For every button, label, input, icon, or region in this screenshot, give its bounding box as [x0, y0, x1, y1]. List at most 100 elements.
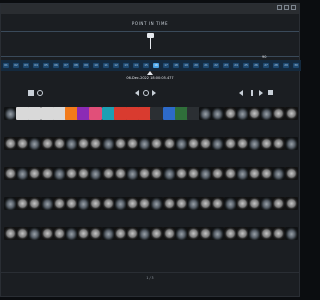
- timeline-tick[interactable]: 03: [23, 63, 29, 68]
- file-thumbnail[interactable]: [113, 107, 127, 120]
- scan-thumbnail[interactable]: [211, 137, 225, 150]
- file-thumbnail[interactable]: [28, 107, 42, 120]
- file-thumbnail[interactable]: [174, 107, 188, 120]
- timeline-tick[interactable]: 20: [193, 63, 199, 68]
- file-thumbnail[interactable]: [199, 107, 213, 120]
- scan-thumbnail[interactable]: [40, 137, 54, 150]
- scan-thumbnail[interactable]: [77, 137, 91, 150]
- timeline-tick[interactable]: 12: [113, 63, 119, 68]
- file-thumbnail[interactable]: [235, 107, 249, 120]
- scan-thumbnail[interactable]: [223, 137, 237, 150]
- timeline-tick[interactable]: 07: [63, 63, 69, 68]
- scan-thumbnail[interactable]: [52, 227, 66, 240]
- timeline-tick[interactable]: 23: [223, 63, 229, 68]
- scan-thumbnail[interactable]: [211, 227, 225, 240]
- timeline-tick[interactable]: 16: [153, 63, 159, 68]
- scan-thumbnail[interactable]: [16, 227, 30, 240]
- scan-thumbnail[interactable]: [40, 197, 54, 210]
- scan-thumbnail[interactable]: [113, 167, 127, 180]
- scan-thumbnail[interactable]: [272, 167, 286, 180]
- file-thumbnail[interactable]: [65, 107, 78, 120]
- scan-thumbnail[interactable]: [16, 167, 30, 180]
- scan-thumbnail[interactable]: [65, 197, 78, 210]
- scan-thumbnail[interactable]: [101, 137, 115, 150]
- timeline-tick[interactable]: 18: [173, 63, 179, 68]
- forward-icon[interactable]: [259, 90, 263, 96]
- scan-thumbnail[interactable]: [150, 137, 164, 150]
- timeline-tick[interactable]: 17: [163, 63, 169, 68]
- scan-thumbnail[interactable]: [223, 227, 237, 240]
- scan-thumbnail[interactable]: [223, 197, 237, 210]
- scan-thumbnail[interactable]: [40, 227, 54, 240]
- timeline-tick[interactable]: 30: [293, 63, 299, 68]
- scan-thumbnail[interactable]: [284, 137, 298, 150]
- scan-thumbnail[interactable]: [199, 197, 213, 210]
- timeline-tick[interactable]: 10: [93, 63, 99, 68]
- scan-thumbnail[interactable]: [260, 227, 274, 240]
- file-thumbnail[interactable]: [52, 107, 66, 120]
- scan-thumbnail[interactable]: [16, 137, 30, 150]
- scan-thumbnail[interactable]: [284, 167, 298, 180]
- scan-thumbnail[interactable]: [89, 137, 103, 150]
- scan-thumbnail[interactable]: [65, 167, 78, 180]
- file-thumbnail[interactable]: [272, 107, 286, 120]
- scan-thumbnail[interactable]: [248, 227, 261, 240]
- scan-thumbnail[interactable]: [89, 227, 103, 240]
- timeline-pointer-icon[interactable]: [147, 71, 153, 75]
- scan-thumbnail[interactable]: [260, 197, 274, 210]
- scan-thumbnail[interactable]: [138, 227, 152, 240]
- scan-thumbnail[interactable]: [174, 197, 188, 210]
- scan-thumbnail[interactable]: [65, 227, 78, 240]
- file-thumbnail[interactable]: [284, 107, 298, 120]
- scan-thumbnail[interactable]: [126, 167, 139, 180]
- scan-thumbnail[interactable]: [150, 227, 164, 240]
- scan-thumbnail[interactable]: [28, 167, 42, 180]
- scan-thumbnail[interactable]: [113, 197, 127, 210]
- scan-thumbnail[interactable]: [138, 137, 152, 150]
- scan-thumbnail[interactable]: [52, 167, 66, 180]
- scan-thumbnail[interactable]: [162, 137, 176, 150]
- scan-thumbnail[interactable]: [138, 197, 152, 210]
- scan-thumbnail[interactable]: [101, 227, 115, 240]
- pause-icon[interactable]: [251, 90, 253, 96]
- scan-thumbnail[interactable]: [150, 197, 164, 210]
- scan-thumbnail[interactable]: [89, 197, 103, 210]
- scan-thumbnail[interactable]: [4, 197, 17, 210]
- timeline-tick[interactable]: 09: [83, 63, 89, 68]
- maximize-icon[interactable]: [284, 5, 289, 10]
- scan-thumbnail[interactable]: [211, 167, 225, 180]
- scan-thumbnail[interactable]: [89, 167, 103, 180]
- scan-thumbnail[interactable]: [126, 137, 139, 150]
- close-icon[interactable]: [291, 5, 296, 10]
- scan-thumbnail[interactable]: [138, 167, 152, 180]
- scan-thumbnail[interactable]: [101, 197, 115, 210]
- scan-thumbnail[interactable]: [52, 137, 66, 150]
- scan-thumbnail[interactable]: [248, 197, 261, 210]
- scan-thumbnail[interactable]: [40, 167, 54, 180]
- timeline-tick[interactable]: 22: [213, 63, 219, 68]
- timeline-tick[interactable]: 06: [53, 63, 59, 68]
- scan-thumbnail[interactable]: [52, 197, 66, 210]
- file-thumbnail[interactable]: [150, 107, 164, 120]
- file-thumbnail[interactable]: [187, 107, 200, 120]
- scan-thumbnail[interactable]: [4, 137, 17, 150]
- scan-thumbnail[interactable]: [101, 167, 115, 180]
- file-thumbnail[interactable]: [77, 107, 91, 120]
- scan-thumbnail[interactable]: [284, 197, 298, 210]
- scan-thumbnail[interactable]: [199, 167, 213, 180]
- scan-thumbnail[interactable]: [174, 137, 188, 150]
- timeline-tick[interactable]: 29: [283, 63, 289, 68]
- scan-thumbnail[interactable]: [162, 197, 176, 210]
- timeline-tick[interactable]: 15: [143, 63, 149, 68]
- scan-thumbnail[interactable]: [272, 227, 286, 240]
- scan-thumbnail[interactable]: [235, 197, 249, 210]
- prev-icon[interactable]: [135, 90, 139, 96]
- scan-thumbnail[interactable]: [211, 197, 225, 210]
- file-thumbnail[interactable]: [89, 107, 103, 120]
- folder-icon[interactable]: [268, 90, 273, 95]
- scan-thumbnail[interactable]: [248, 137, 261, 150]
- scan-thumbnail[interactable]: [248, 167, 261, 180]
- scan-thumbnail[interactable]: [260, 137, 274, 150]
- timeline-tick[interactable]: 14: [133, 63, 139, 68]
- scan-thumbnail[interactable]: [199, 137, 213, 150]
